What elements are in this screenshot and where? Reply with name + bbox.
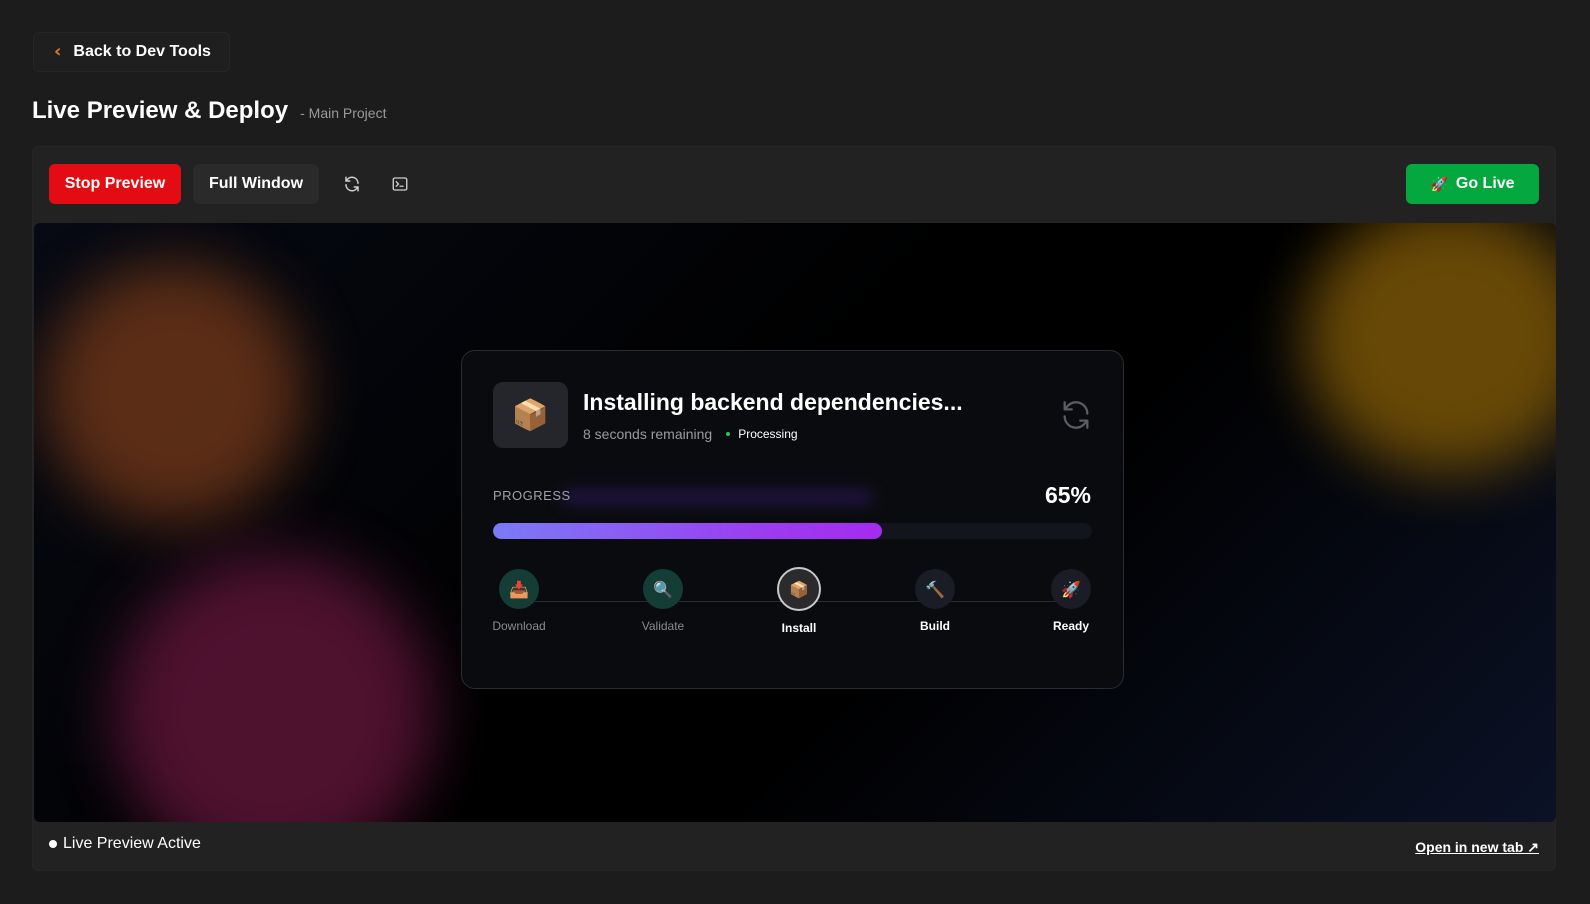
step-install: 📦 Install — [759, 567, 839, 635]
rocket-icon: 🚀 — [1430, 175, 1448, 192]
decorative-yellow-blob — [1304, 223, 1556, 473]
step-ready: 🚀 Ready — [1031, 569, 1111, 633]
page-header: Live Preview & Deploy - Main Project — [32, 97, 386, 125]
terminal-icon[interactable] — [385, 169, 415, 199]
step-validate-icon: 🔍 — [643, 569, 683, 609]
live-status-label: Live Preview Active — [63, 835, 201, 852]
back-button-label: Back to Dev Tools — [73, 43, 211, 60]
back-to-dev-tools-button[interactable]: ‹ Back to Dev Tools — [33, 32, 230, 72]
stop-preview-button[interactable]: Stop Preview — [49, 164, 181, 204]
progress-percent: 65% — [1044, 482, 1091, 508]
time-remaining: 8 seconds remaining — [583, 426, 713, 442]
status-dot — [726, 432, 731, 436]
install-progress-card: 📦 Installing backend dependencies... 8 s… — [461, 350, 1124, 689]
refresh-icon[interactable] — [337, 169, 367, 199]
go-live-button[interactable]: 🚀 Go Live — [1406, 164, 1539, 204]
sync-spinner-icon — [1063, 401, 1089, 429]
progress-track — [493, 523, 1092, 539]
step-label: Download — [492, 619, 546, 633]
chevron-left-icon: ‹ — [54, 41, 62, 62]
preview-toolbar: Stop Preview Full Window 🚀 Go Live — [33, 147, 1555, 223]
progress-glow — [562, 491, 872, 503]
page-subtitle: - Main Project — [300, 105, 387, 121]
step-install-icon: 📦 — [777, 567, 821, 611]
page-title: Live Preview & Deploy — [32, 97, 289, 124]
package-icon-box: 📦 — [493, 382, 568, 448]
full-window-button[interactable]: Full Window — [193, 164, 319, 204]
step-label: Ready — [1052, 619, 1090, 633]
live-preview-frame[interactable]: 📦 Installing backend dependencies... 8 s… — [34, 223, 1556, 822]
live-dot-icon — [49, 840, 57, 848]
step-download: 📥 Download — [479, 569, 559, 633]
preview-panel: Stop Preview Full Window 🚀 Go Live 📦 Ins… — [32, 146, 1556, 871]
open-in-new-tab-link[interactable]: Open in new tab ↗ — [1415, 839, 1539, 856]
decorative-orange-blob — [44, 263, 304, 523]
task-meta: 8 seconds remaining Processing — [583, 426, 798, 442]
package-icon: 📦 — [511, 398, 550, 432]
step-ready-icon: 🚀 — [1051, 569, 1091, 609]
task-title: Installing backend dependencies... — [583, 389, 963, 415]
step-validate: 🔍 Validate — [623, 569, 703, 633]
step-label: Build — [920, 619, 950, 633]
status-text: Processing — [738, 427, 798, 441]
progress-fill — [493, 523, 883, 539]
step-download-icon: 📥 — [499, 569, 539, 609]
step-build-icon: 🔨 — [915, 569, 955, 609]
decorative-pink-blob — [114, 553, 434, 822]
step-label: Validate — [641, 619, 685, 633]
step-label: Install — [781, 621, 817, 635]
go-live-label: Go Live — [1455, 175, 1515, 192]
live-status: Live Preview Active — [49, 835, 201, 853]
step-build: 🔨 Build — [895, 569, 975, 633]
progress-label: PROGRESS — [493, 488, 571, 503]
preview-footer: Live Preview Active Open in new tab ↗ — [33, 823, 1555, 871]
